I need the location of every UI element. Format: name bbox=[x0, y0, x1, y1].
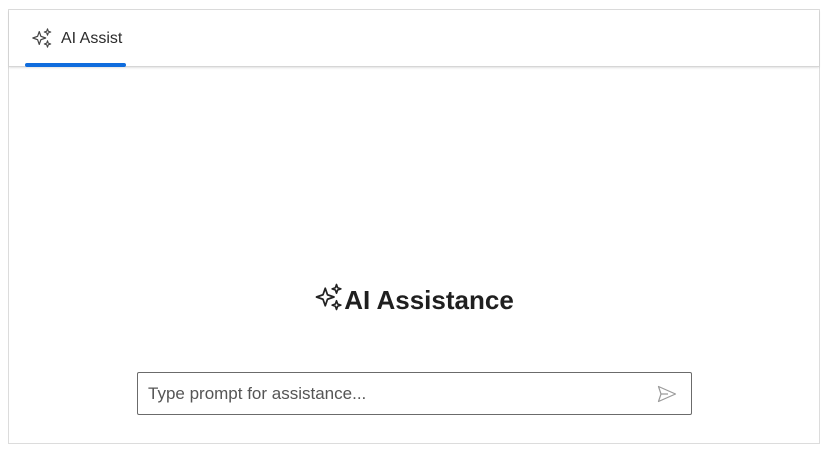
send-icon[interactable] bbox=[657, 385, 677, 403]
tab-bar: AI Assist bbox=[9, 10, 819, 67]
page-title: AI Assistance bbox=[344, 284, 514, 315]
tab-ai-assist[interactable]: AI Assist bbox=[25, 10, 126, 67]
assistant-heading: AI Assistance bbox=[9, 280, 819, 320]
sparkle-icon bbox=[315, 283, 342, 311]
prompt-input[interactable] bbox=[138, 373, 638, 414]
prompt-box bbox=[137, 372, 692, 415]
tab-label: AI Assist bbox=[61, 30, 123, 47]
sparkle-icon bbox=[32, 28, 52, 48]
ai-assist-panel: AI Assist AI Assistance bbox=[8, 9, 820, 444]
active-tab-indicator bbox=[25, 63, 126, 67]
